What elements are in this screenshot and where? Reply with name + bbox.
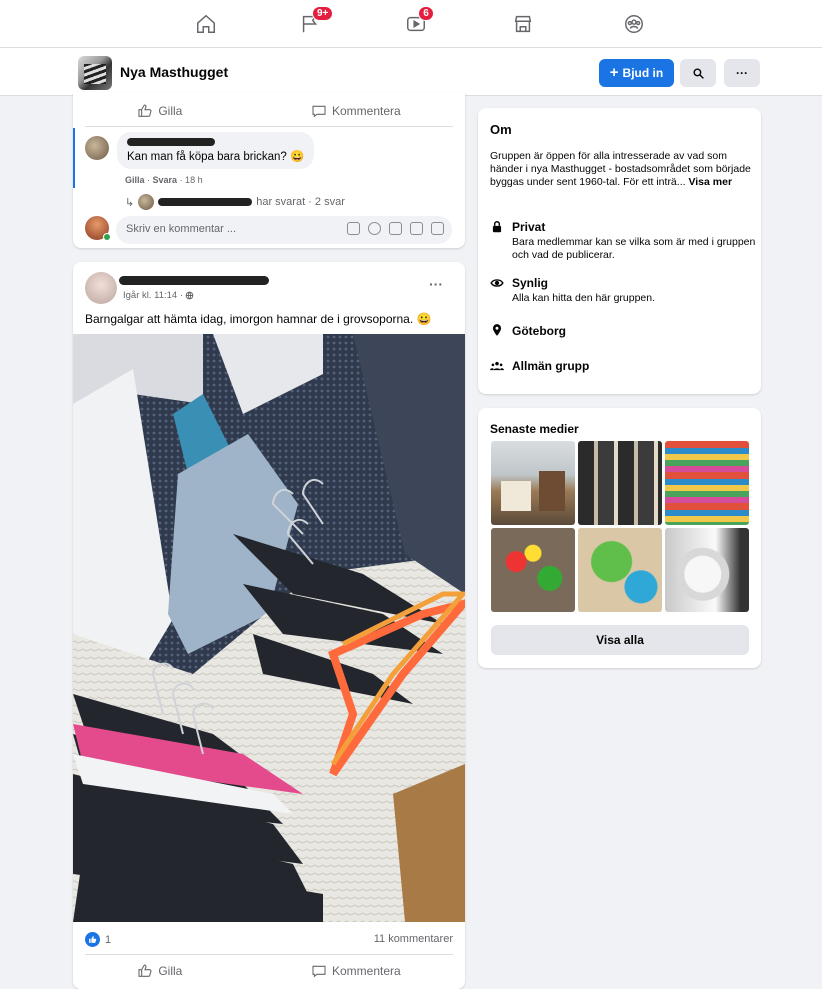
comment-icon — [312, 105, 326, 118]
comment-reply-link[interactable]: Svara — [153, 175, 178, 185]
reaction-summary[interactable]: 1 — [85, 932, 111, 947]
media-thumbnail[interactable] — [491, 528, 575, 612]
replies-link[interactable]: ↳ har svarat · 2 svar — [125, 194, 345, 210]
comment-button[interactable]: Kommentera — [311, 103, 401, 119]
post-text: Barngalgar att hämta idag, imorgon hamna… — [85, 312, 432, 326]
see-more-link[interactable]: Visa mer — [688, 176, 732, 188]
gif-icon[interactable] — [410, 222, 423, 235]
like-button[interactable]: Gilla — [137, 963, 182, 979]
comment-button[interactable]: Kommentera — [311, 963, 401, 979]
comment-bubble: Kan man få köpa bara brickan? 😀 — [117, 132, 315, 169]
more-options-button[interactable]: ··· — [724, 59, 760, 87]
like-button[interactable]: Gilla — [137, 103, 182, 119]
reply-arrow-icon: ↳ — [125, 196, 135, 209]
like-reaction-icon — [85, 932, 100, 947]
media-thumbnail[interactable] — [578, 528, 662, 612]
privacy-description: Bara medlemmar kan se vilka som är med i… — [512, 236, 756, 261]
divider — [85, 954, 453, 955]
more-icon: ··· — [736, 66, 748, 80]
notification-badge: 6 — [418, 6, 434, 21]
about-description: Gruppen är öppen för alla intresserade a… — [490, 150, 751, 188]
comment-like-link[interactable]: Gilla — [125, 175, 145, 185]
avatar-sticker-icon[interactable] — [431, 222, 444, 235]
post-actions: Gilla Kommentera — [73, 96, 465, 126]
thumbs-up-icon — [138, 104, 152, 117]
group-type-text: Allmän grupp — [512, 359, 590, 373]
online-status-dot — [103, 233, 111, 241]
post-more-button[interactable]: ··· — [429, 276, 443, 292]
plus-icon: + — [609, 64, 619, 81]
location-text[interactable]: Göteborg — [512, 324, 566, 338]
avatar — [138, 194, 155, 210]
recent-media-card: Senaste medier Visa alla — [478, 408, 761, 668]
group-header: Nya Masthugget + Bjud in ··· — [0, 48, 822, 96]
eye-icon — [490, 279, 504, 287]
comment-icon — [312, 965, 326, 978]
globe-icon — [185, 291, 194, 300]
comment-input-tools — [347, 222, 444, 235]
notification-badge: 9+ — [312, 6, 334, 21]
invite-button[interactable]: + Bjud in — [599, 59, 674, 87]
people-icon — [490, 361, 504, 371]
post-photo[interactable] — [73, 334, 465, 922]
thumbs-up-icon — [138, 964, 152, 977]
media-thumbnail[interactable] — [491, 441, 575, 525]
comment-text: Kan man få köpa bara brickan? 😀 — [127, 151, 305, 163]
invite-label: Bjud in — [622, 66, 664, 80]
emoji-icon[interactable] — [368, 222, 381, 235]
watch-tab[interactable]: 6 — [396, 6, 436, 38]
home-icon[interactable] — [186, 10, 226, 38]
post-timestamp[interactable]: Igår kl. 11:14 · — [123, 290, 194, 301]
privacy-title: Privat — [512, 220, 546, 234]
see-all-button[interactable]: Visa alla — [491, 625, 749, 655]
search-icon — [692, 67, 704, 79]
comments-count[interactable]: 11 kommentarer — [374, 933, 453, 945]
group-name[interactable]: Nya Masthugget — [120, 64, 228, 80]
groups-icon[interactable] — [614, 10, 654, 38]
marketplace-icon[interactable] — [503, 10, 543, 38]
top-navigation: 9+ 6 — [0, 0, 822, 48]
media-thumbnail[interactable] — [665, 528, 749, 612]
redacted-name — [127, 138, 215, 146]
redacted-name — [158, 198, 253, 206]
sticker-icon[interactable] — [347, 222, 360, 235]
location-pin-icon — [492, 324, 502, 336]
group-avatar[interactable] — [78, 56, 112, 90]
highlight-bar — [73, 128, 75, 188]
avatar[interactable] — [85, 272, 117, 304]
comment-input[interactable]: Skriv en kommentar ... — [116, 216, 452, 244]
about-card: Om Gruppen är öppen för alla intresserad… — [478, 108, 761, 394]
media-thumbnail[interactable] — [578, 441, 662, 525]
visibility-title: Synlig — [512, 276, 549, 290]
redacted-author[interactable] — [119, 276, 269, 285]
media-thumbnail[interactable] — [665, 441, 749, 525]
search-button[interactable] — [680, 59, 716, 87]
visibility-description: Alla kan hitta den här gruppen. — [512, 292, 656, 304]
post-card: Gilla Kommentera Kan man få köpa bara br… — [73, 92, 465, 248]
pages-tab[interactable]: 9+ — [290, 6, 334, 38]
lock-icon — [492, 221, 502, 233]
post-actions: Gilla Kommentera — [73, 956, 465, 986]
recent-media-title: Senaste medier — [490, 422, 579, 436]
avatar[interactable] — [85, 136, 109, 160]
comment-meta: Gilla · Svara · 18 h — [125, 175, 203, 185]
camera-icon[interactable] — [389, 222, 402, 235]
divider — [85, 126, 453, 127]
about-title: Om — [490, 122, 512, 137]
